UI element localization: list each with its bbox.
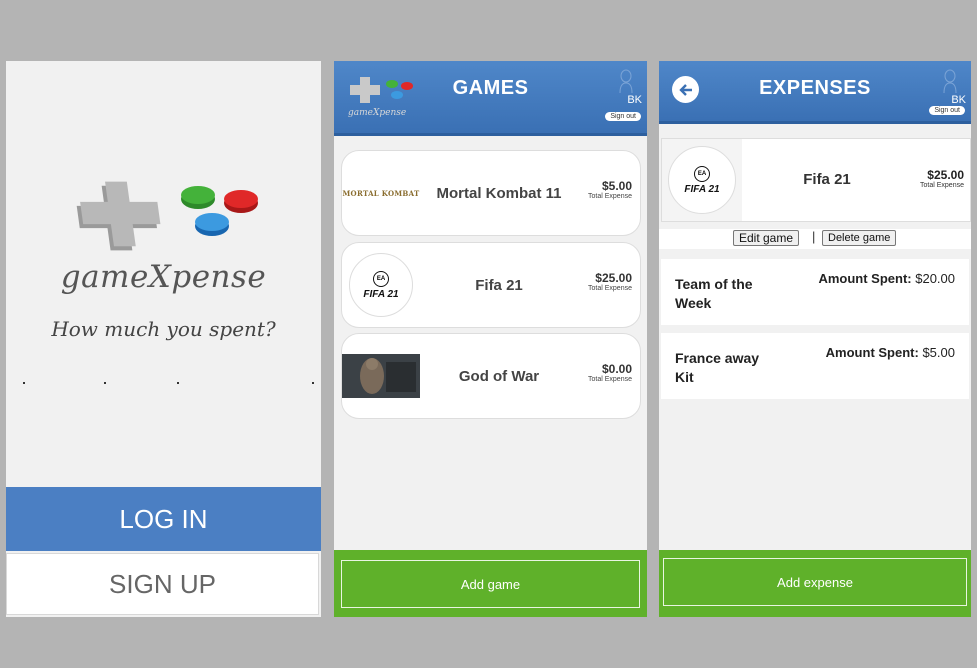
header-divider <box>659 121 971 124</box>
signout-button[interactable]: Sign out <box>929 106 965 115</box>
god-of-war-cover-image <box>342 354 420 398</box>
games-header: gameXpense GAMES BK Sign out <box>334 61 647 133</box>
expense-item[interactable]: France away Kit Amount Spent: $5.00 <box>661 333 969 399</box>
total-amount: $25.00 <box>927 168 964 182</box>
game-name: Fifa 21 <box>475 276 523 294</box>
game-thumbnail: EA FIFA 21 <box>342 243 420 327</box>
game-logo-text: MORTAL KOMBAT <box>342 188 420 198</box>
login-button[interactable]: LOG IN <box>6 487 321 551</box>
game-total: $25.00 Total Expense <box>588 271 632 292</box>
page-title: EXPENSES <box>759 77 871 99</box>
fifa-logo: EA FIFA 21 <box>349 253 413 317</box>
divider-dot <box>104 382 106 384</box>
total-label: Total Expense <box>920 182 964 189</box>
divider-dot <box>312 382 314 384</box>
game-card-mortal-kombat[interactable]: MORTAL KOMBAT Mortal Kombat 11 $5.00 Tot… <box>341 150 641 236</box>
game-total: $5.00 Total Expense <box>588 179 632 200</box>
game-thumbnail: MORTAL KOMBAT <box>342 151 420 235</box>
svg-text:gameXpense: gameXpense <box>348 108 406 117</box>
add-game-button[interactable]: Add game <box>341 560 640 608</box>
amount-spent-label: Amount Spent: <box>825 345 919 360</box>
user-silhouette-icon[interactable] <box>943 69 957 93</box>
fifa-logo: EA FIFA 21 <box>668 146 736 214</box>
footer-bar: Add game <box>334 550 647 617</box>
amount-spent-label: Amount Spent: <box>818 271 912 286</box>
ea-logo-icon: EA <box>694 165 710 182</box>
total-label: Total Expense <box>588 285 632 292</box>
game-thumbnail: EA FIFA 21 <box>662 139 742 221</box>
delete-game-button[interactable]: Delete game <box>822 230 897 246</box>
expense-name: France away Kit <box>675 350 760 385</box>
total-amount: $0.00 <box>601 362 632 376</box>
total-amount: $5.00 <box>601 179 632 193</box>
action-separator: | <box>812 229 816 244</box>
total-amount: $25.00 <box>595 271 632 285</box>
game-thumbnail <box>342 334 420 418</box>
page-title: GAMES <box>452 77 529 99</box>
expenses-screen: EXPENSES BK Sign out EA FIFA 21 Fifa 21 … <box>659 61 971 617</box>
game-total: $0.00 Total Expense <box>588 362 632 383</box>
game-name: God of War <box>458 367 540 385</box>
tagline: How much you spent? <box>51 317 276 341</box>
expense-amount: Amount Spent: $20.00 <box>818 271 955 286</box>
expense-name: Team of the Week <box>675 276 753 311</box>
signout-button[interactable]: Sign out <box>605 112 641 121</box>
divider-dot <box>177 382 179 384</box>
game-name: Fifa 21 <box>803 171 851 188</box>
game-actions: Edit game | Delete game <box>659 229 971 249</box>
expenses-header: EXPENSES BK Sign out <box>659 61 971 121</box>
divider-dot <box>23 382 25 384</box>
game-total: $25.00 Total Expense <box>920 168 964 189</box>
fifa-logo-text: FIFA 21 <box>684 183 720 195</box>
footer-bar: Add expense <box>659 550 971 617</box>
game-card-fifa[interactable]: EA FIFA 21 Fifa 21 $25.00 Total Expense <box>341 242 641 328</box>
login-screen: gameXpense How much you spent? LOG IN SI… <box>6 61 321 617</box>
game-name: Mortal Kombat 11 <box>436 184 562 202</box>
amount-spent-value: $20.00 <box>915 271 955 286</box>
total-label: Total Expense <box>588 376 632 383</box>
signup-button[interactable]: SIGN UP <box>6 553 319 615</box>
expense-amount: Amount Spent: $5.00 <box>826 345 955 360</box>
edit-game-button[interactable]: Edit game <box>733 230 800 246</box>
total-label: Total Expense <box>588 193 632 200</box>
app-name: gameXpense <box>60 259 267 295</box>
selected-game-card: EA FIFA 21 Fifa 21 $25.00 Total Expense <box>661 138 971 222</box>
amount-spent-value: $5.00 <box>922 345 955 360</box>
add-expense-button[interactable]: Add expense <box>663 558 967 606</box>
fifa-logo-text: FIFA 21 <box>363 288 399 300</box>
expense-item[interactable]: Team of the Week Amount Spent: $20.00 <box>661 259 969 325</box>
game-card-god-of-war[interactable]: God of War $0.00 Total Expense <box>341 333 641 419</box>
ea-logo-icon: EA <box>373 270 389 287</box>
dpad-logo-icon <box>76 181 258 251</box>
header-divider <box>334 133 647 136</box>
user-initials: BK <box>951 94 966 106</box>
games-screen: gameXpense GAMES BK Sign out MORTAL KOMB… <box>334 61 647 617</box>
user-silhouette-icon[interactable] <box>619 69 633 93</box>
user-initials: BK <box>627 94 642 106</box>
